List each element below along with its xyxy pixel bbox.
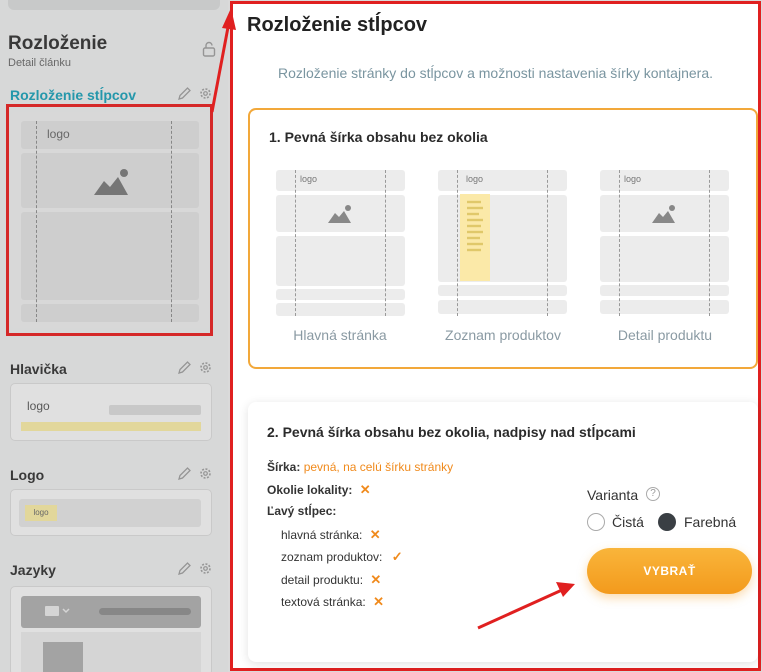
check-mark-icon: ✓ — [391, 549, 403, 564]
sidebar-item-header[interactable]: Hlavička — [10, 361, 67, 377]
variant-color-radio[interactable] — [658, 513, 676, 531]
gear-icon[interactable] — [198, 360, 213, 375]
left-column-item: zoznam produktov: ✓ — [281, 549, 403, 565]
x-mark-icon: ✕ — [359, 482, 371, 497]
thumb-product-list: logo — [438, 170, 567, 316]
lock-icon[interactable] — [202, 41, 216, 57]
layout-option-2[interactable]: 2. Pevná šírka obsahu bez okolia, nadpis… — [248, 402, 758, 662]
languages-preview[interactable] — [10, 586, 212, 672]
thumb-product-list-label: Zoznam produktov — [445, 327, 561, 343]
left-column-spec: Ľavý stĺpec: — [267, 504, 336, 518]
sidebar-item-column-layout[interactable]: Rozloženie stĺpcov — [10, 87, 136, 103]
variant-label: Varianta — [587, 487, 639, 503]
sidebar-top-strip — [8, 0, 220, 10]
thumb-product-detail-label: Detail produktu — [617, 327, 713, 343]
surroundings-spec: Okolie lokality: ✕ — [267, 482, 371, 498]
left-column-item-label: detail produktu: — [281, 573, 364, 587]
x-mark-icon: ✕ — [373, 594, 384, 609]
thumb-logo: logo — [466, 174, 484, 184]
x-mark-icon: ✕ — [369, 527, 381, 542]
variant-clean-label[interactable]: Čistá — [612, 514, 644, 530]
variant-color-label[interactable]: Farebná — [684, 514, 736, 530]
thumb-home-label: Hlavná stránka — [293, 327, 387, 343]
pencil-icon[interactable] — [177, 466, 192, 481]
list-lines-icon — [467, 200, 483, 252]
surroundings-label: Okolie lokality: — [267, 483, 353, 497]
thumb-logo: logo — [300, 174, 318, 184]
image-icon — [652, 205, 675, 223]
variant-clean-radio[interactable] — [587, 513, 605, 531]
thumb-product-detail: logo — [600, 170, 729, 316]
modal-subtitle: Rozloženie stránky do stĺpcov a možnosti… — [278, 65, 713, 81]
logo-preview[interactable]: logo — [10, 489, 212, 536]
pencil-icon[interactable] — [177, 86, 192, 101]
thumb-home: logo — [276, 170, 405, 316]
gear-icon[interactable] — [198, 86, 213, 101]
left-column-item: detail produktu: ✕ — [281, 572, 381, 588]
left-column-label: Ľavý stĺpec: — [267, 504, 337, 518]
sidebar: Rozloženie Detail článku Rozloženie stĺp… — [0, 0, 228, 672]
pencil-icon[interactable] — [177, 561, 192, 576]
thumb-logo: logo — [624, 174, 642, 184]
option-1-title: 1. Pevná šírka obsahu bez okolia — [269, 129, 488, 145]
left-column-item-label: textová stránka: — [281, 595, 366, 609]
image-icon — [328, 205, 351, 223]
width-label: Šírka: — [267, 460, 301, 474]
header-preview[interactable]: logo — [10, 383, 212, 441]
width-spec: Šírka: pevná, na celú šírku stránky — [267, 460, 453, 474]
sidebar-title: Rozloženie — [8, 33, 108, 54]
option-2-title: 2. Pevná šírka obsahu bez okolia, nadpis… — [267, 424, 636, 440]
width-value: pevná, na celú šírku stránky — [303, 460, 454, 474]
logo-preview-badge: logo — [25, 505, 57, 521]
sidebar-item-logo[interactable]: Logo — [10, 467, 44, 483]
gear-icon[interactable] — [198, 466, 213, 481]
layout-option-1[interactable]: 1. Pevná šírka obsahu bez okolia logo Hl… — [248, 108, 758, 369]
x-mark-icon: ✕ — [370, 572, 382, 587]
header-preview-logo: logo — [27, 399, 50, 413]
choose-button[interactable]: VYBRAŤ — [587, 548, 752, 594]
modal-title: Rozloženie stĺpcov — [247, 14, 428, 36]
sidebar-item-languages[interactable]: Jazyky — [10, 562, 56, 578]
highlight-frame — [6, 104, 213, 336]
left-column-item-label: zoznam produktov: — [281, 550, 383, 564]
left-column-item-label: hlavná stránka: — [281, 528, 363, 542]
pencil-icon[interactable] — [177, 360, 192, 375]
help-icon[interactable]: ? — [646, 487, 660, 501]
left-column-item: textová stránka: ✕ — [281, 594, 384, 610]
language-dropdown-icon — [45, 606, 70, 616]
sidebar-subtitle: Detail článku — [8, 57, 71, 69]
left-column-item: hlavná stránka: ✕ — [281, 527, 381, 543]
gear-icon[interactable] — [198, 561, 213, 576]
column-layout-modal: Rozloženie stĺpcov Rozloženie stránky do… — [230, 1, 761, 671]
